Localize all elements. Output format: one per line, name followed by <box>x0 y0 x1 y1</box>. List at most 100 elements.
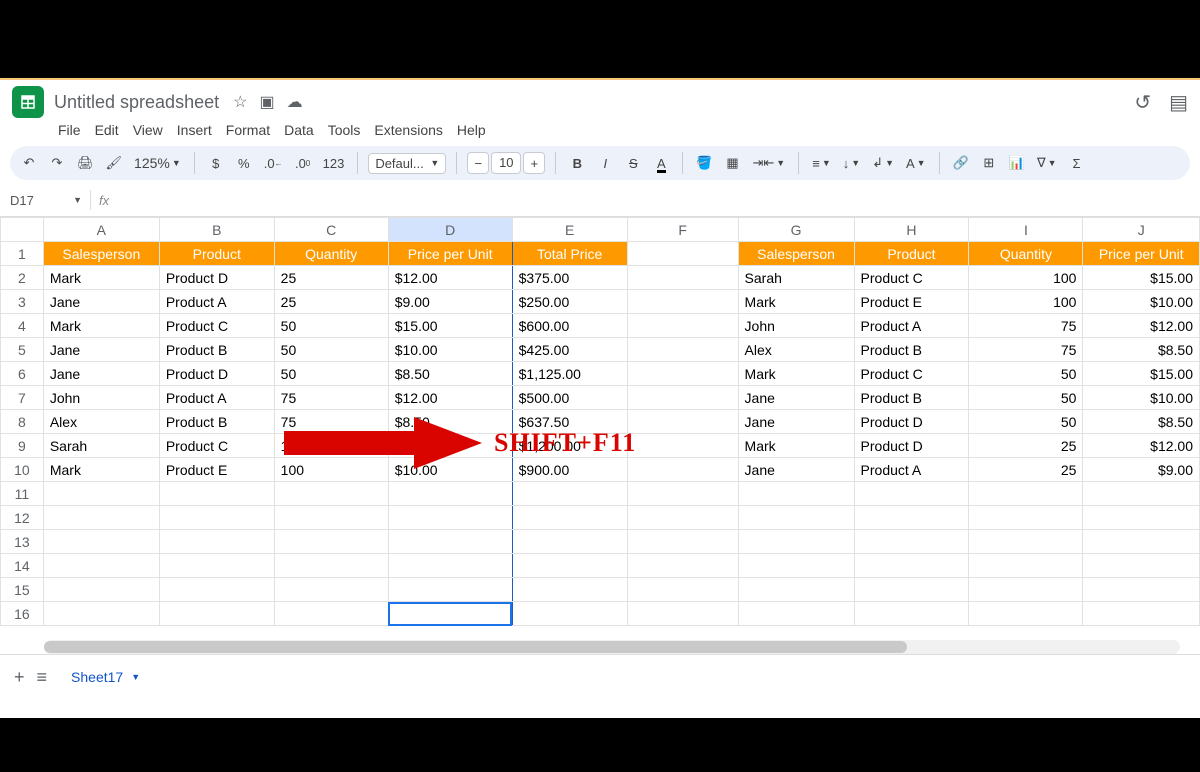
cell-G12[interactable] <box>738 506 854 530</box>
row-header-15[interactable]: 15 <box>1 578 44 602</box>
cell-F3[interactable] <box>627 290 738 314</box>
cell-A13[interactable] <box>43 530 159 554</box>
menu-insert[interactable]: Insert <box>177 122 212 138</box>
cell-D12[interactable] <box>388 506 512 530</box>
cell-J13[interactable] <box>1083 530 1200 554</box>
cell-J7[interactable]: $10.00 <box>1083 386 1200 410</box>
move-icon[interactable]: ▣ <box>259 92 274 112</box>
cell-F10[interactable] <box>627 458 738 482</box>
cell-D3[interactable]: $9.00 <box>388 290 512 314</box>
cell-I15[interactable] <box>969 578 1083 602</box>
cell-G1[interactable]: Salesperson <box>738 242 854 266</box>
cell-G15[interactable] <box>738 578 854 602</box>
cell-B8[interactable]: Product B <box>159 410 274 434</box>
cell-D7[interactable]: $12.00 <box>388 386 512 410</box>
cell-I6[interactable]: 50 <box>969 362 1083 386</box>
cell-I3[interactable]: 100 <box>969 290 1083 314</box>
cell-J12[interactable] <box>1083 506 1200 530</box>
cell-I5[interactable]: 75 <box>969 338 1083 362</box>
cell-F2[interactable] <box>627 266 738 290</box>
cell-J15[interactable] <box>1083 578 1200 602</box>
cell-F13[interactable] <box>627 530 738 554</box>
cell-A9[interactable]: Sarah <box>43 434 159 458</box>
comment-button[interactable]: ⊞ <box>978 150 1000 176</box>
row-header-2[interactable]: 2 <box>1 266 44 290</box>
functions-button[interactable]: Σ <box>1066 150 1088 176</box>
text-color-button[interactable]: A <box>650 150 672 176</box>
column-header-I[interactable]: I <box>969 218 1083 242</box>
row-header-6[interactable]: 6 <box>1 362 44 386</box>
cell-H3[interactable]: Product E <box>854 290 969 314</box>
star-icon[interactable]: ☆ <box>233 92 247 112</box>
increase-font-button[interactable]: + <box>523 152 545 174</box>
cell-B14[interactable] <box>159 554 274 578</box>
cloud-status-icon[interactable]: ☁ <box>287 92 303 112</box>
cell-C12[interactable] <box>274 506 388 530</box>
cell-C1[interactable]: Quantity <box>274 242 388 266</box>
cell-J4[interactable]: $12.00 <box>1083 314 1200 338</box>
italic-button[interactable]: I <box>594 150 616 176</box>
cell-C6[interactable]: 50 <box>274 362 388 386</box>
cell-E5[interactable]: $425.00 <box>512 338 627 362</box>
cell-J14[interactable] <box>1083 554 1200 578</box>
cell-A1[interactable]: Salesperson <box>43 242 159 266</box>
cell-H4[interactable]: Product A <box>854 314 969 338</box>
sheet-tab-menu-icon[interactable]: ▼ <box>131 672 140 682</box>
cell-F7[interactable] <box>627 386 738 410</box>
cell-E2[interactable]: $375.00 <box>512 266 627 290</box>
menu-help[interactable]: Help <box>457 122 486 138</box>
cell-B15[interactable] <box>159 578 274 602</box>
cell-G6[interactable]: Mark <box>738 362 854 386</box>
cell-I1[interactable]: Quantity <box>969 242 1083 266</box>
cell-H6[interactable]: Product C <box>854 362 969 386</box>
filter-button[interactable]: ∇▼ <box>1034 150 1060 176</box>
cell-E3[interactable]: $250.00 <box>512 290 627 314</box>
menu-extensions[interactable]: Extensions <box>374 122 442 138</box>
cell-D4[interactable]: $15.00 <box>388 314 512 338</box>
increase-decimal-button[interactable]: .00 <box>292 150 314 176</box>
wrap-button[interactable]: ↲▼ <box>869 150 897 176</box>
cell-F5[interactable] <box>627 338 738 362</box>
cell-E6[interactable]: $1,125.00 <box>512 362 627 386</box>
strikethrough-button[interactable]: S <box>622 150 644 176</box>
row-header-1[interactable]: 1 <box>1 242 44 266</box>
column-header-A[interactable]: A <box>43 218 159 242</box>
cell-A15[interactable] <box>43 578 159 602</box>
column-header-D[interactable]: D <box>388 218 512 242</box>
cell-I14[interactable] <box>969 554 1083 578</box>
cell-D5[interactable]: $10.00 <box>388 338 512 362</box>
row-header-12[interactable]: 12 <box>1 506 44 530</box>
redo-button[interactable]: ↷ <box>46 150 68 176</box>
cell-G3[interactable]: Mark <box>738 290 854 314</box>
cell-I9[interactable]: 25 <box>969 434 1083 458</box>
cell-D16[interactable] <box>388 602 512 626</box>
cell-H7[interactable]: Product B <box>854 386 969 410</box>
cell-A14[interactable] <box>43 554 159 578</box>
cell-D13[interactable] <box>388 530 512 554</box>
comments-icon[interactable]: ▤ <box>1169 90 1188 115</box>
percent-button[interactable]: % <box>233 150 255 176</box>
cell-C16[interactable] <box>274 602 388 626</box>
cell-B4[interactable]: Product C <box>159 314 274 338</box>
row-header-9[interactable]: 9 <box>1 434 44 458</box>
row-header-10[interactable]: 10 <box>1 458 44 482</box>
cell-F6[interactable] <box>627 362 738 386</box>
menu-view[interactable]: View <box>133 122 163 138</box>
cell-C5[interactable]: 50 <box>274 338 388 362</box>
cell-I10[interactable]: 25 <box>969 458 1083 482</box>
cell-J16[interactable] <box>1083 602 1200 626</box>
cell-J5[interactable]: $8.50 <box>1083 338 1200 362</box>
cell-B11[interactable] <box>159 482 274 506</box>
cell-I4[interactable]: 75 <box>969 314 1083 338</box>
cell-E4[interactable]: $600.00 <box>512 314 627 338</box>
cell-B12[interactable] <box>159 506 274 530</box>
font-dropdown[interactable]: Defaul...▼ <box>368 153 446 174</box>
history-icon[interactable]: ↺ <box>1134 90 1151 115</box>
cell-F1[interactable] <box>627 242 738 266</box>
cell-A8[interactable]: Alex <box>43 410 159 434</box>
borders-button[interactable]: ▦ <box>722 150 744 176</box>
v-align-button[interactable]: ↓▼ <box>840 150 863 176</box>
cell-B7[interactable]: Product A <box>159 386 274 410</box>
cell-E12[interactable] <box>512 506 627 530</box>
cell-I16[interactable] <box>969 602 1083 626</box>
